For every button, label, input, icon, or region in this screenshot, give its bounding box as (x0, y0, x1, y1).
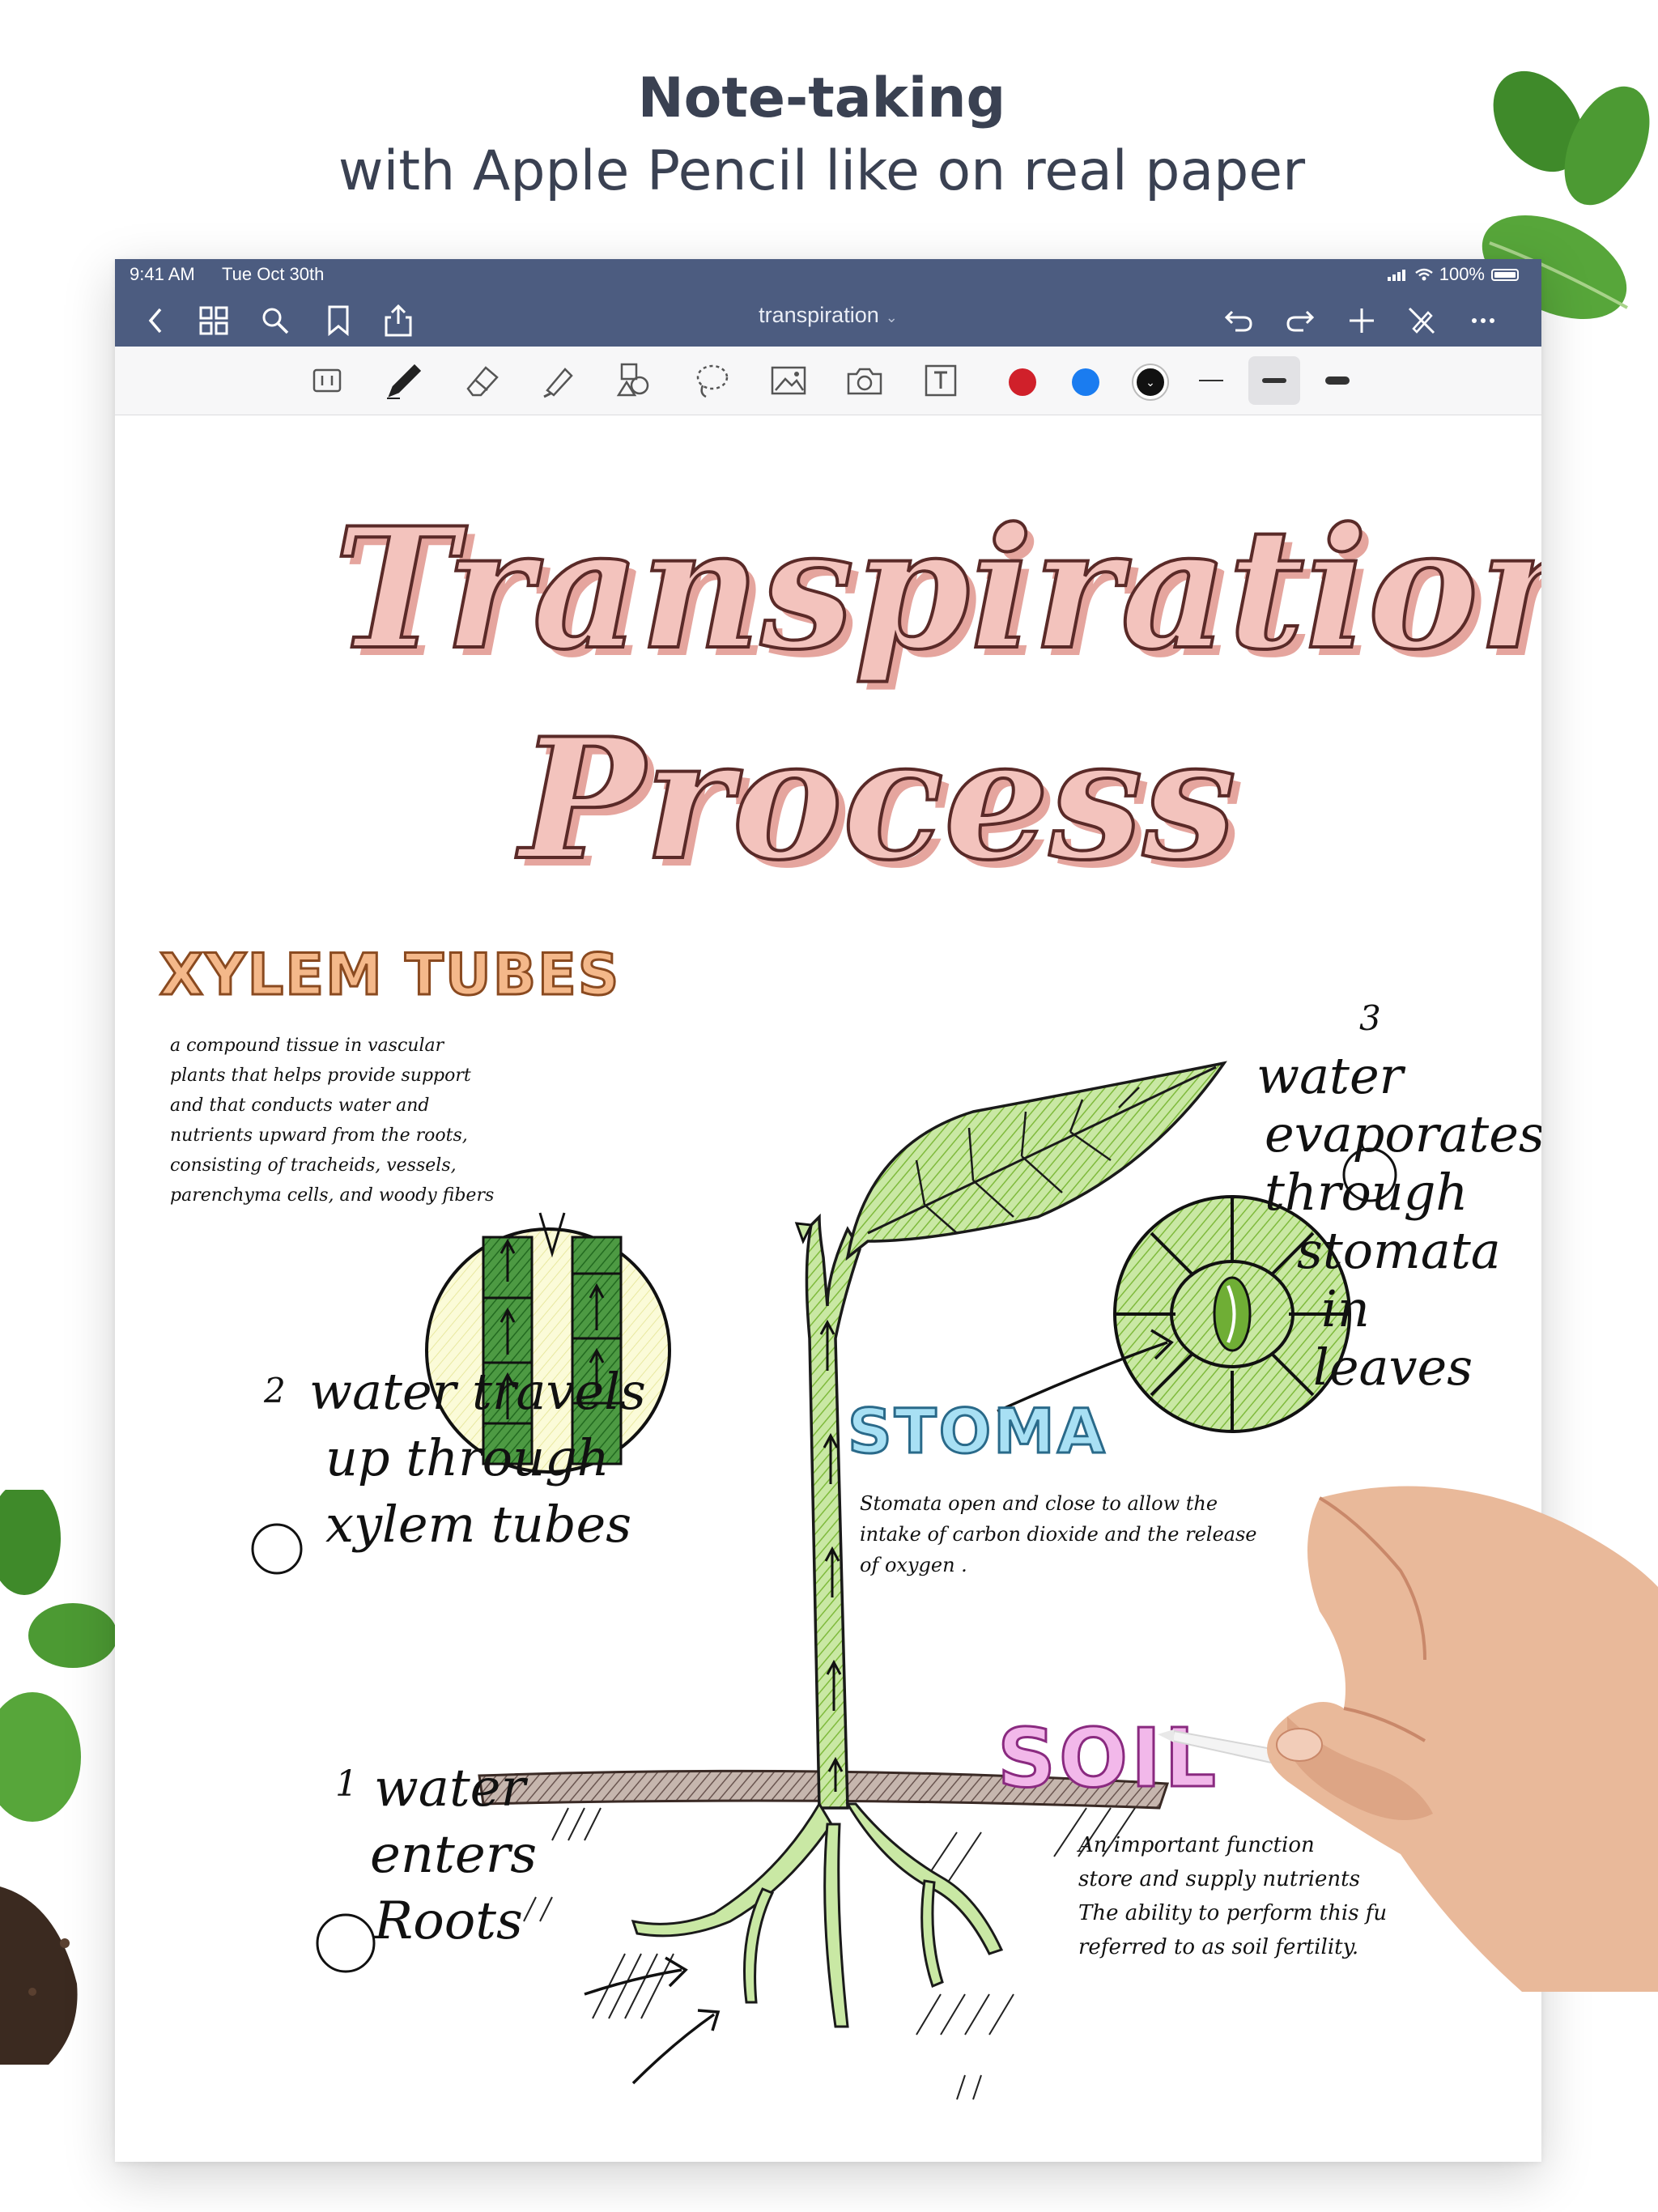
step2-number: 2 (264, 1371, 286, 1410)
xylem-description: a compound tissue in vascular plants tha… (170, 1031, 494, 1210)
status-indicators: 100% (1387, 264, 1519, 285)
step2-line: up through (325, 1428, 610, 1487)
note-title-line1: Transpiration (332, 492, 1541, 687)
status-time: 9:41 AM (130, 264, 195, 284)
image-icon[interactable] (769, 361, 808, 400)
note-title-line2: Process (518, 703, 1238, 897)
promo-title: Note-taking (637, 66, 1006, 130)
pen-icon[interactable] (384, 361, 423, 400)
stroke-thick-option[interactable] (1318, 361, 1357, 400)
color-red-swatch[interactable] (1009, 368, 1036, 396)
battery-icon (1491, 268, 1519, 281)
status-date: Tue Oct 30th (222, 264, 325, 284)
color-black-swatch[interactable]: ⌄ (1133, 365, 1167, 399)
step3-line: evaporates (1265, 1104, 1541, 1163)
xylem-line: a compound tissue in vascular (170, 1036, 444, 1056)
drawing-tools-bar: ⌄ (115, 347, 1541, 415)
hand-with-apple-pencil-image (1158, 1486, 1658, 1992)
xylem-heading: XYLEM TUBES (158, 941, 621, 1010)
document-title-button[interactable]: transpiration ⌄ (115, 303, 1541, 328)
step1-text: water enters Roots (370, 1755, 537, 1955)
redo-icon[interactable] (1282, 303, 1318, 338)
text-tool-icon[interactable] (921, 361, 960, 400)
color-blue-swatch[interactable] (1072, 368, 1099, 396)
stoma-heading: STOMA (847, 1394, 1107, 1469)
step3-number: 3 (1359, 998, 1381, 1038)
status-bar: 9:41 AM Tue Oct 30th 100% (115, 259, 1541, 290)
step3-line: water (1256, 1046, 1404, 1105)
add-icon[interactable] (1344, 303, 1380, 338)
selected-color-chevron-icon: ⌄ (1146, 376, 1155, 389)
xylem-line: parenchyma cells, and woody fibers (170, 1185, 495, 1206)
step1-line: enters (370, 1825, 538, 1885)
step3-text: water evaporates through stomata in leav… (1256, 1047, 1541, 1397)
step2-text: water travels up through xylem tubes (309, 1359, 646, 1558)
signal-icon (1387, 270, 1405, 281)
title-chevron-down-icon: ⌄ (885, 309, 898, 325)
step3-line: stomata (1297, 1221, 1501, 1280)
step3-line: through (1265, 1163, 1469, 1222)
plant-stem (805, 1213, 861, 1810)
lasso-icon[interactable] (691, 361, 730, 400)
root-pointer-arrows (584, 1956, 721, 2085)
step2-line: xylem tubes (325, 1495, 632, 1554)
stroke-thin-option[interactable] (1192, 361, 1231, 400)
step3-line: leaves (1313, 1338, 1473, 1397)
pen-off-icon[interactable] (1404, 303, 1439, 338)
step1-line: water (374, 1759, 526, 1819)
soil-pile-image (0, 1887, 78, 2065)
promo-subtitle: with Apple Pencil like on real paper (338, 139, 1306, 203)
wifi-icon (1414, 268, 1433, 281)
step2-line: water travels (309, 1362, 646, 1421)
plant-roots (631, 1802, 1004, 2028)
xylem-line: nutrients upward from the roots, (170, 1125, 468, 1146)
document-toolbar: transpiration ⌄ (115, 291, 1541, 347)
read-mode-icon[interactable] (308, 361, 346, 400)
step3-line: in (1321, 1279, 1370, 1338)
shapes-icon[interactable] (615, 361, 654, 400)
stroke-medium-option[interactable] (1248, 356, 1300, 405)
eraser-icon[interactable] (463, 361, 502, 400)
more-icon[interactable] (1465, 303, 1501, 338)
step1-number: 1 (335, 1763, 358, 1805)
battery-percent: 100% (1439, 264, 1485, 284)
undo-icon[interactable] (1221, 303, 1256, 338)
camera-icon[interactable] (845, 361, 884, 400)
step1-line: Roots (374, 1891, 523, 1951)
xylem-line: plants that helps provide support (170, 1066, 471, 1086)
spinach-leaves-left-image (0, 1490, 117, 1822)
xylem-line: and that conducts water and (170, 1095, 430, 1116)
navigation-bar: 9:41 AM Tue Oct 30th 100% transpiration … (115, 259, 1541, 347)
document-title: transpiration (759, 303, 879, 327)
xylem-line: consisting of tracheids, vessels, (170, 1155, 457, 1176)
highlighter-icon[interactable] (539, 361, 578, 400)
